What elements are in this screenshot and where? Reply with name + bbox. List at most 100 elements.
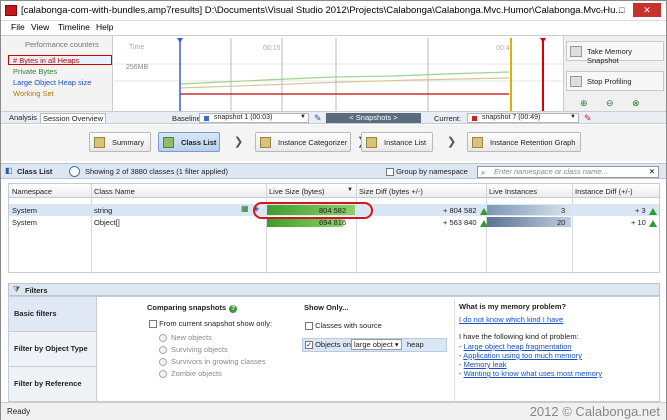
basic-filters-tab[interactable]: Basic filters (9, 297, 96, 332)
app-window: [calabonga-com-with-bundles.amp7results]… (0, 0, 667, 420)
filter-by-reference-tab[interactable]: Filter by Reference (9, 367, 96, 402)
column-divider (356, 184, 357, 274)
tab-analysis[interactable]: Analysis (7, 113, 39, 123)
zoom-out-icon[interactable]: ⊖ (606, 98, 614, 109)
from-current-checkbox[interactable] (149, 320, 157, 329)
maximize-button[interactable]: □ (613, 3, 631, 17)
retention-graph-icon (472, 137, 483, 148)
column-divider (91, 184, 92, 274)
time-tick-1: 00:15 (263, 45, 281, 52)
current-select[interactable]: snapshot 7 (00:49) ▼ (467, 113, 579, 123)
profiling-controls: Take Memory Snapshot Stop Profiling ⊕ ⊖ … (563, 36, 666, 112)
size-diff-cell: + 563 840 (443, 218, 488, 227)
watermark: 2012 © Calabonga.net (529, 404, 660, 419)
col-namespace[interactable]: Namespace (12, 187, 52, 196)
filters-title: Filters (25, 286, 48, 295)
class-list-button[interactable]: Class List (158, 132, 220, 152)
timeline-graph: Performance counters # Bytes in all Heap… (1, 35, 666, 112)
group-checkbox[interactable] (386, 168, 394, 177)
objects-on-checkbox[interactable]: ✓ (305, 341, 313, 350)
snapshot-icon (204, 116, 209, 121)
snapshot-icon (472, 116, 477, 121)
highlight-annotation (253, 202, 373, 219)
baseline-select[interactable]: snapshot 1 (00:03) ▼ (199, 113, 309, 123)
instances-cell: 20 (557, 218, 566, 227)
take-snapshot-button[interactable]: Take Memory Snapshot (566, 41, 664, 65)
col-instance-diff[interactable]: Instance Diff (+/-) (575, 187, 633, 196)
help-item[interactable]: - Wanting to know what uses most memory (459, 369, 602, 378)
snapshots-nav[interactable]: < Snapshots > (326, 113, 421, 123)
instance-diff-cell: + 10 (631, 218, 657, 227)
menu-view[interactable]: View (31, 22, 49, 32)
performance-counters: Performance counters # Bytes in all Heap… (1, 36, 113, 112)
help-kind-label: I have the following kind of problem: (459, 332, 579, 341)
counter-bytes-heaps[interactable]: # Bytes in all Heaps (13, 56, 79, 65)
zoom-fit-icon[interactable]: ⊗ (632, 98, 640, 109)
live-size-cell: 694 816 (319, 218, 347, 227)
zoom-in-icon[interactable]: ⊕ (580, 98, 588, 109)
menu-file[interactable]: File (11, 22, 25, 32)
minimize-button[interactable]: – (593, 3, 611, 17)
radio-zombie-objects[interactable]: Zombie objects (159, 369, 222, 379)
current-label: Current: (434, 114, 462, 123)
help-item[interactable]: - Large object heap fragmentation (459, 342, 572, 351)
objects-on-option[interactable]: ✓ Objects on (305, 340, 351, 350)
edit-current-icon[interactable]: ✎ (584, 113, 594, 123)
heap-select[interactable]: large object ▾ (351, 339, 402, 350)
class-list-bar: ◧ Class List Showing 2 of 3880 classes (… (1, 163, 666, 179)
help-icon[interactable]: ? (229, 305, 238, 313)
counter-loh-size[interactable]: Large Object Heap size (13, 78, 91, 87)
column-divider (572, 184, 573, 274)
class-count: Showing 2 of 3880 classes (1 filter appl… (85, 167, 228, 176)
categorizer-icon (260, 137, 271, 148)
summary-button[interactable]: Summary (89, 132, 151, 152)
instance-list-button[interactable]: Instance List (361, 132, 433, 152)
source-icon[interactable]: ▦ (241, 204, 249, 213)
col-class-name[interactable]: Class Name (94, 187, 135, 196)
counter-working-set[interactable]: Working Set (13, 89, 54, 98)
summary-icon (94, 137, 105, 148)
tab-session-overview[interactable]: Session Overview (40, 113, 107, 123)
clear-icon[interactable]: ✕ (649, 167, 655, 176)
chevron-down-icon: ▼ (300, 114, 306, 120)
counters-title: Performance counters (25, 40, 99, 49)
help-unknown-link[interactable]: I do not know which kind I have (459, 315, 563, 324)
classes-with-source-checkbox[interactable] (305, 322, 313, 331)
col-live-size[interactable]: Live Size (bytes) (269, 187, 324, 196)
radio-survivors-growing[interactable]: Survivors in growing classes (159, 357, 266, 367)
stop-icon (570, 76, 582, 87)
counter-private-bytes[interactable]: Private Bytes (13, 67, 57, 76)
stop-profiling-button[interactable]: Stop Profiling (566, 71, 664, 91)
sort-desc-icon: ▼ (347, 187, 353, 193)
edit-baseline-icon[interactable]: ✎ (314, 113, 324, 123)
radio-surviving-objects[interactable]: Surviving objects (159, 345, 228, 355)
group-by-namespace[interactable]: Group by namespace (386, 167, 468, 177)
classes-with-source-option[interactable]: Classes with source (305, 321, 382, 331)
window-title: [calabonga-com-with-bundles.amp7results]… (21, 5, 624, 16)
class-list-icon (163, 137, 174, 148)
menu-help[interactable]: Help (96, 22, 113, 32)
filter-by-object-type-tab[interactable]: Filter by Object Type (9, 332, 96, 367)
class-cell: Object[] (94, 218, 120, 227)
namespace-cell: System (12, 218, 38, 227)
help-item[interactable]: - Application using too much memory (459, 351, 582, 360)
namespace-cell: System (12, 206, 38, 215)
close-button[interactable]: ✕ (633, 3, 661, 17)
col-live-instances[interactable]: Live Instances (489, 187, 537, 196)
instance-retention-graph-button[interactable]: Instance Retention Graph (467, 132, 581, 152)
col-size-diff[interactable]: Size Diff (bytes +/-) (359, 187, 423, 196)
search-icon: ⌕ (481, 168, 486, 177)
status-bar: Ready 2012 © Calabonga.net (1, 402, 666, 420)
class-list-title: Class List (17, 167, 53, 176)
increase-icon (648, 219, 657, 227)
instance-categorizer-button[interactable]: Instance Categorizer (255, 132, 351, 152)
menu-timeline[interactable]: Timeline (58, 22, 90, 32)
column-divider (486, 184, 487, 274)
filters-bar[interactable]: ⧩ Filters (8, 283, 660, 296)
help-item[interactable]: - Memory leak (459, 360, 507, 369)
radio-new-objects[interactable]: New objects (159, 333, 212, 343)
search-input[interactable]: ⌕ Enter namespace or class name... ✕ (477, 166, 659, 178)
snapshot-bar: Analysis Session Overview Baseline: snap… (1, 111, 666, 124)
from-current-option[interactable]: From current snapshot show only: (149, 319, 272, 329)
filter-status-icon (69, 166, 80, 177)
